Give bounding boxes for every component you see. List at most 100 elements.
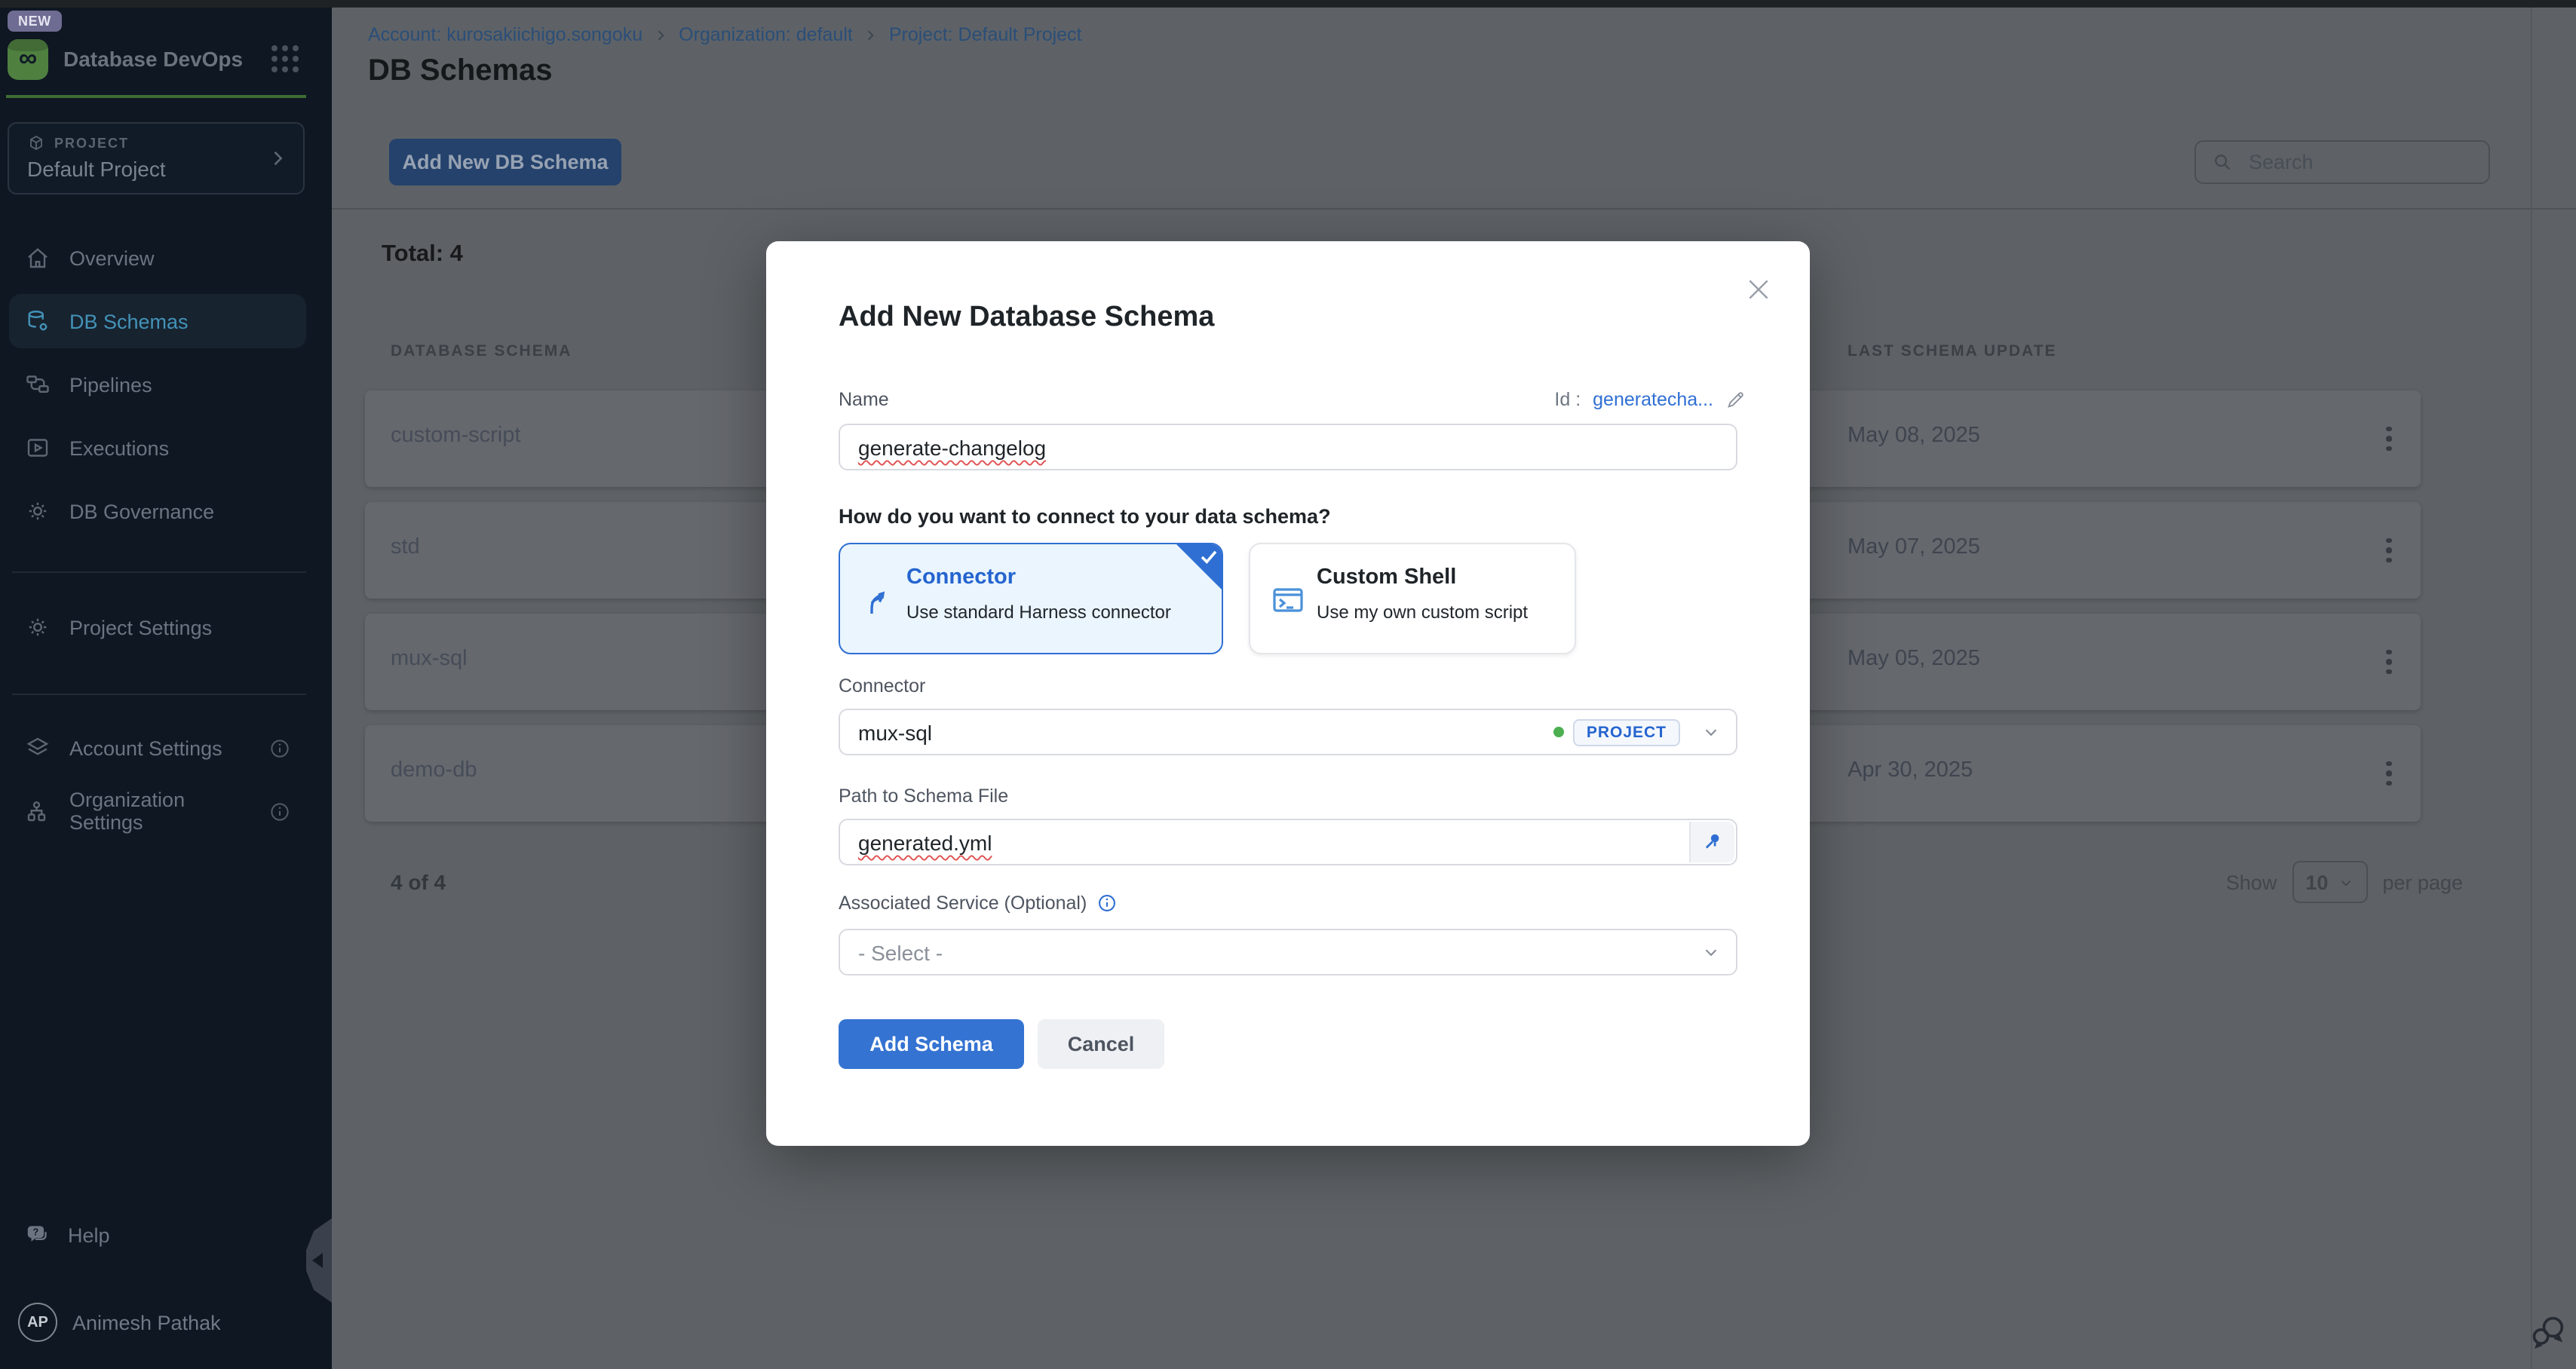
chevron-down-icon bbox=[1701, 722, 1721, 742]
sidebar-item-label: DB Governance bbox=[69, 500, 214, 522]
module-grid-icon[interactable] bbox=[271, 45, 299, 72]
column-header-last-update: LAST SCHEMA UPDATE bbox=[1848, 342, 2057, 360]
schema-name: mux-sql bbox=[391, 647, 468, 671]
path-label: Path to Schema File bbox=[839, 786, 1008, 807]
add-new-db-schema-button[interactable]: Add New DB Schema bbox=[389, 139, 621, 185]
page-size-select[interactable]: 10 bbox=[2292, 861, 2367, 903]
connector-select[interactable]: mux-sql PROJECT bbox=[839, 709, 1737, 755]
sidebar-nav-secondary: Project Settings bbox=[9, 600, 306, 663]
search-input[interactable] bbox=[2246, 149, 2473, 175]
window-top-strip bbox=[0, 0, 2576, 8]
sidebar: NEW Database DevOps PROJECT Default Proj… bbox=[0, 0, 332, 1369]
per-page-label: per page bbox=[2382, 871, 2463, 893]
org-chart-icon bbox=[24, 798, 51, 825]
avatar: AP bbox=[18, 1303, 57, 1342]
check-icon bbox=[1201, 550, 1217, 564]
sidebar-item-overview[interactable]: Overview bbox=[9, 231, 306, 285]
sidebar-item-db-schemas[interactable]: DB Schemas bbox=[9, 294, 306, 348]
sidebar-item-label: Overview bbox=[69, 247, 155, 269]
service-label: Associated Service (Optional) bbox=[839, 893, 1087, 914]
sidebar-collapse-handle[interactable] bbox=[306, 1218, 332, 1303]
add-schema-button[interactable]: Add Schema bbox=[839, 1019, 1024, 1069]
option-card-connector[interactable]: Connector Use standard Harness connector bbox=[839, 543, 1223, 654]
sidebar-item-label: Project Settings bbox=[69, 616, 212, 639]
sidebar-nav: Overview DB Schemas Pipelines Executions bbox=[9, 231, 306, 547]
page-title: DB Schemas bbox=[368, 54, 553, 89]
sidebar-item-organization-settings[interactable]: Organization Settings bbox=[9, 784, 306, 838]
option-card-custom-shell[interactable]: Custom Shell Use my own custom script bbox=[1249, 543, 1576, 654]
sidebar-item-label: Account Settings bbox=[69, 737, 222, 759]
scope-badge: PROJECT bbox=[1573, 718, 1680, 746]
sidebar-item-label: Organization Settings bbox=[69, 789, 250, 834]
total-count: Total: 4 bbox=[382, 241, 463, 268]
cube-icon bbox=[27, 134, 45, 152]
page-size-value: 10 bbox=[2305, 871, 2328, 893]
svg-text:?: ? bbox=[32, 1227, 38, 1237]
modal-title: Add New Database Schema bbox=[839, 302, 1214, 335]
search-box bbox=[2194, 140, 2490, 184]
sidebar-item-db-governance[interactable]: DB Governance bbox=[9, 484, 306, 538]
name-input-value: generate-changelog bbox=[858, 435, 1046, 459]
connector-value: mux-sql bbox=[858, 720, 1553, 744]
edit-pencil-icon[interactable] bbox=[1725, 389, 1746, 410]
sidebar-nav-tertiary: Account Settings Organization Settings bbox=[9, 721, 306, 847]
row-menu-icon[interactable] bbox=[2369, 529, 2409, 571]
sidebar-item-executions[interactable]: Executions bbox=[9, 421, 306, 475]
chevron-right-icon bbox=[653, 26, 668, 43]
breadcrumb: Account: kurosakiichigo.songoku Organiza… bbox=[368, 24, 1082, 45]
terminal-icon bbox=[1270, 580, 1306, 620]
connector-label: Connector bbox=[839, 675, 925, 697]
chevron-right-icon bbox=[863, 26, 879, 43]
breadcrumb-project[interactable]: Project: Default Project bbox=[889, 24, 1082, 45]
name-input[interactable]: generate-changelog bbox=[839, 424, 1737, 470]
search-icon bbox=[2211, 151, 2234, 173]
info-icon[interactable] bbox=[268, 737, 291, 759]
schema-updated: May 05, 2025 bbox=[1848, 647, 1980, 671]
breadcrumb-organization[interactable]: Organization: default bbox=[679, 24, 853, 45]
sidebar-item-label: Pipelines bbox=[69, 373, 152, 396]
row-menu-icon[interactable] bbox=[2369, 752, 2409, 795]
info-icon[interactable] bbox=[268, 800, 291, 822]
sidebar-item-account-settings[interactable]: Account Settings bbox=[9, 721, 306, 775]
id-value[interactable]: generatecha... bbox=[1593, 389, 1713, 410]
sidebar-item-pipelines[interactable]: Pipelines bbox=[9, 357, 306, 412]
sidebar-item-label: DB Schemas bbox=[69, 310, 189, 332]
schema-updated: May 07, 2025 bbox=[1848, 535, 1980, 559]
brand-underline bbox=[6, 95, 306, 98]
row-menu-icon[interactable] bbox=[2369, 418, 2409, 460]
sidebar-item-project-settings[interactable]: Project Settings bbox=[9, 600, 306, 654]
sidebar-divider bbox=[12, 571, 306, 573]
option-subtitle: Use standard Harness connector bbox=[906, 602, 1171, 623]
db-schema-icon bbox=[24, 308, 51, 335]
connect-question: How do you want to connect to your data … bbox=[839, 505, 1331, 528]
toolbar-divider bbox=[332, 208, 2576, 210]
option-subtitle: Use my own custom script bbox=[1317, 602, 1528, 623]
option-title: Connector bbox=[906, 565, 1016, 590]
show-label: Show bbox=[2226, 871, 2277, 893]
service-label-row: Associated Service (Optional) bbox=[839, 893, 1117, 914]
service-select[interactable]: - Select - bbox=[839, 929, 1737, 975]
close-icon[interactable] bbox=[1743, 274, 1774, 305]
chat-bubbles-icon[interactable] bbox=[2529, 1312, 2568, 1351]
app-title: Database DevOps bbox=[63, 47, 271, 71]
path-input-value: generated.yml bbox=[858, 830, 992, 854]
schema-name: std bbox=[391, 535, 420, 559]
path-input[interactable]: generated.yml bbox=[839, 819, 1737, 865]
home-icon bbox=[24, 244, 51, 271]
add-schema-modal: Add New Database Schema Name Id : genera… bbox=[766, 241, 1810, 1146]
breadcrumb-account[interactable]: Account: kurosakiichigo.songoku bbox=[368, 24, 642, 45]
schema-name: demo-db bbox=[391, 758, 477, 783]
user-menu[interactable]: AP Animesh Pathak bbox=[18, 1303, 221, 1342]
pagination: Show 10 per page bbox=[2226, 861, 2463, 903]
info-icon[interactable] bbox=[1096, 893, 1117, 914]
cancel-button[interactable]: Cancel bbox=[1038, 1019, 1164, 1069]
row-menu-icon[interactable] bbox=[2369, 641, 2409, 683]
executions-icon bbox=[24, 434, 51, 461]
id-prefix: Id : bbox=[1554, 389, 1581, 410]
pin-button[interactable] bbox=[1689, 822, 1734, 862]
help-button[interactable]: ? Help bbox=[24, 1221, 110, 1250]
project-selector[interactable]: PROJECT Default Project bbox=[8, 122, 305, 194]
project-selector-label: PROJECT bbox=[54, 136, 129, 151]
gear-icon bbox=[24, 614, 51, 641]
user-name: Animesh Pathak bbox=[72, 1311, 221, 1334]
